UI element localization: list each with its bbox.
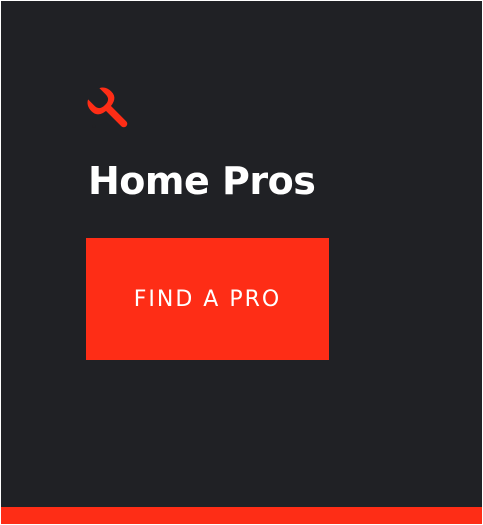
- accent-bar: [1, 507, 482, 524]
- find-a-pro-button[interactable]: FIND A PRO: [86, 238, 329, 360]
- home-pros-card: Home Pros FIND A PRO: [1, 1, 482, 524]
- card-title: Home Pros: [88, 159, 316, 203]
- wrench-icon: [87, 87, 128, 128]
